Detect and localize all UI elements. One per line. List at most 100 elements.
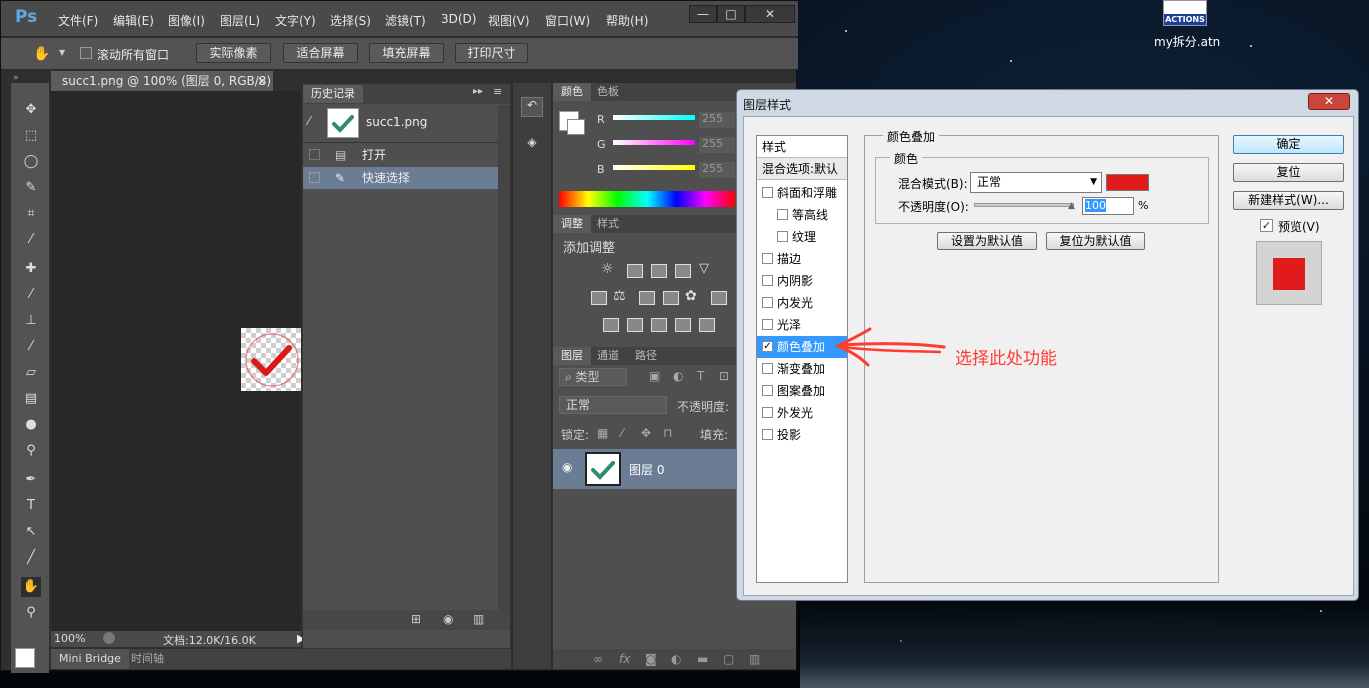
color-balance-icon[interactable]: ⚖: [613, 288, 626, 304]
healing-brush-tool-icon[interactable]: ✚: [21, 259, 41, 279]
style-item[interactable]: 描边: [757, 248, 847, 270]
tab-styles[interactable]: 样式: [589, 215, 627, 233]
history-dock-icon[interactable]: ↶: [521, 97, 543, 117]
tab-history[interactable]: 历史记录: [303, 85, 363, 103]
tab-paths[interactable]: 路径: [627, 347, 665, 365]
fit-screen-button[interactable]: 适合屏幕: [283, 43, 358, 63]
link-layers-icon[interactable]: ∞: [593, 652, 603, 666]
blend-mode-select[interactable]: 正常 ▼: [970, 172, 1102, 193]
history-item-quick-select[interactable]: ✎ 快速选择: [303, 167, 498, 189]
style-checkbox[interactable]: [762, 297, 773, 308]
hue-saturation-icon[interactable]: [591, 291, 607, 305]
tab-adjustments[interactable]: 调整: [553, 215, 591, 233]
layer-name[interactable]: 图层 0: [629, 461, 664, 478]
style-checkbox[interactable]: [762, 253, 773, 264]
exposure-icon[interactable]: [675, 264, 691, 278]
color-lookup-icon[interactable]: [711, 291, 727, 305]
menu-layer[interactable]: 图层(L): [220, 12, 260, 29]
delete-layer-icon[interactable]: ▥: [749, 652, 760, 666]
document-tab[interactable]: succ1.png @ 100% (图层 0, RGB/8) ×: [51, 71, 273, 91]
history-scrollbar[interactable]: [498, 105, 510, 610]
photo-filter-icon[interactable]: [663, 291, 679, 305]
eraser-tool-icon[interactable]: ▱: [21, 363, 41, 383]
color-spectrum[interactable]: [559, 191, 735, 207]
style-checkbox[interactable]: [762, 363, 773, 374]
canvas-image[interactable]: [241, 328, 301, 391]
style-checkbox[interactable]: ✓: [762, 341, 773, 352]
menu-3d[interactable]: 3D(D): [441, 12, 476, 26]
brightness-icon[interactable]: ☼: [601, 261, 614, 277]
fx-icon[interactable]: fx: [619, 652, 630, 666]
style-item[interactable]: 投影: [757, 424, 847, 446]
move-tool-icon[interactable]: ✥: [21, 100, 41, 120]
adjustment-layer-icon[interactable]: ◐: [671, 652, 681, 666]
scroll-all-checkbox[interactable]: [80, 47, 92, 59]
menu-image[interactable]: 图像(I): [168, 12, 205, 29]
toolbar-collapse-icon[interactable]: »: [13, 73, 19, 83]
hand-tool-icon[interactable]: ✋: [33, 46, 50, 62]
group-icon[interactable]: ▬: [697, 652, 708, 666]
layer-filter-kind[interactable]: ⌕ 类型: [559, 368, 627, 386]
tab-mini-bridge[interactable]: Mini Bridge: [51, 649, 129, 669]
actual-pixels-button[interactable]: 实际像素: [196, 43, 271, 63]
menu-help[interactable]: 帮助(H): [606, 12, 648, 29]
lasso-tool-icon[interactable]: ◯: [21, 152, 41, 172]
style-item[interactable]: 等高线: [757, 204, 847, 226]
style-checkbox[interactable]: [762, 385, 773, 396]
history-snapshot[interactable]: ⁄ succ1.png: [303, 105, 498, 141]
dodge-tool-icon[interactable]: ⚲: [21, 441, 41, 461]
blur-tool-icon[interactable]: ●: [21, 415, 41, 435]
threshold-icon[interactable]: [651, 318, 667, 332]
gradient-tool-icon[interactable]: ▤: [21, 389, 41, 409]
type-tool-icon[interactable]: T: [21, 496, 41, 516]
tab-channels[interactable]: 通道: [589, 347, 627, 365]
channel-g-slider[interactable]: [613, 140, 695, 145]
panel-expand-icon[interactable]: ▸▸: [473, 86, 483, 97]
preview-checkbox[interactable]: ✓: [1260, 219, 1273, 232]
style-checkbox[interactable]: [762, 429, 773, 440]
maximize-button[interactable]: □: [717, 5, 745, 23]
channel-b-value[interactable]: 255: [699, 162, 735, 178]
line-tool-icon[interactable]: ╱: [21, 548, 41, 568]
snapshot-brush-icon[interactable]: ⁄: [308, 114, 310, 128]
camera-icon[interactable]: ◉: [443, 612, 453, 626]
menu-edit[interactable]: 编辑(E): [113, 12, 154, 29]
set-default-button[interactable]: 设置为默认值: [937, 232, 1037, 250]
new-style-button[interactable]: 新建样式(W)...: [1233, 191, 1344, 210]
channel-b-slider[interactable]: [613, 165, 695, 170]
style-item[interactable]: 斜面和浮雕: [757, 182, 847, 204]
trash-icon[interactable]: ▥: [473, 612, 484, 626]
styles-header[interactable]: 样式: [757, 136, 847, 158]
eye-icon[interactable]: ◉: [562, 460, 572, 474]
print-size-button[interactable]: 打印尺寸: [455, 43, 528, 63]
vibrance-icon[interactable]: ▽: [699, 261, 709, 276]
posterize-icon[interactable]: [627, 318, 643, 332]
history-brush-tool-icon[interactable]: ⁄: [21, 337, 41, 357]
tab-layers[interactable]: 图层: [553, 347, 591, 365]
filter-pixel-icon[interactable]: ▣: [649, 369, 660, 383]
style-item[interactable]: 纹理: [757, 226, 847, 248]
channel-g-value[interactable]: 255: [699, 137, 735, 153]
tool-preset-dropdown-icon[interactable]: ▼: [59, 48, 65, 57]
style-checkbox[interactable]: [762, 407, 773, 418]
fill-screen-button[interactable]: 填充屏幕: [369, 43, 444, 63]
lock-transparent-icon[interactable]: ▦: [597, 426, 608, 440]
eyedropper-tool-icon[interactable]: ⁄: [21, 230, 41, 250]
tab-timeline[interactable]: 时间轴: [131, 649, 164, 669]
menu-view[interactable]: 视图(V): [488, 12, 530, 29]
invert-icon[interactable]: [603, 318, 619, 332]
mask-icon[interactable]: ◙: [645, 652, 657, 666]
quick-select-tool-icon[interactable]: ✎: [21, 178, 41, 198]
blend-options[interactable]: 混合选项:默认: [757, 158, 847, 180]
opacity-slider[interactable]: [974, 203, 1074, 207]
tab-color[interactable]: 颜色: [553, 83, 591, 101]
menu-file[interactable]: 文件(F): [58, 12, 98, 29]
opacity-input[interactable]: 100: [1082, 197, 1134, 215]
style-item[interactable]: 内发光: [757, 292, 847, 314]
history-source-box[interactable]: [309, 149, 320, 160]
document-tab-close-icon[interactable]: ×: [257, 71, 267, 91]
style-checkbox[interactable]: [777, 231, 788, 242]
selective-color-icon[interactable]: [675, 318, 691, 332]
stamp-tool-icon[interactable]: ⊥: [21, 311, 41, 331]
opacity-slider-handle[interactable]: ▲: [1068, 201, 1075, 211]
